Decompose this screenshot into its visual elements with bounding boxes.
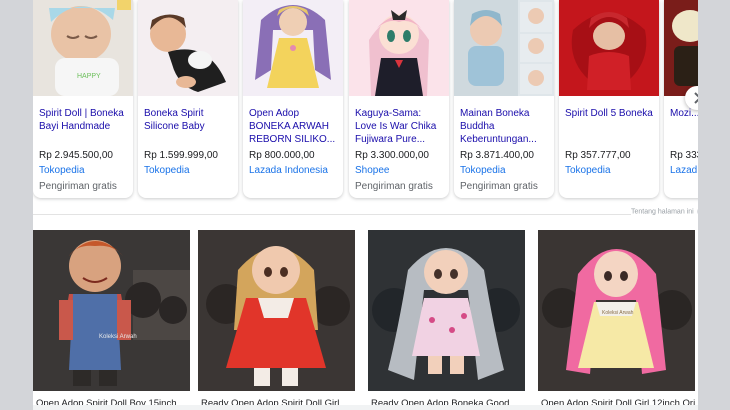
product-store[interactable]: Lazada Indonesia <box>249 165 328 176</box>
product-image-baby-doll-in-costume <box>138 0 238 96</box>
product-card[interactable]: Spirit Doll 5 Boneka Rp 357.777,00 Tokop… <box>559 0 659 198</box>
product-title[interactable]: Spirit Doll 5 Boneka <box>565 107 655 151</box>
product-title[interactable]: Kaguya-Sama: Love Is War Chika Fujiwara … <box>355 107 445 151</box>
product-price: Rp 357.777,00 <box>565 150 631 161</box>
horizontal-scrollbar[interactable] <box>33 405 698 410</box>
product-price: Rp 2.945.500,00 <box>39 150 113 161</box>
product-store[interactable]: Tokopedia <box>460 165 506 176</box>
section-divider <box>33 214 631 215</box>
product-price: Rp 800.000,00 <box>249 150 315 161</box>
product-shipping: Pengiriman gratis <box>460 181 538 192</box>
about-this-page-link[interactable]: Tentang halaman ini <box>631 208 698 215</box>
product-image-anime-figure-doll <box>349 0 449 96</box>
product-card[interactable]: Mainan Boneka Buddha Keberuntungan... Rp… <box>454 0 554 198</box>
image-pink-hair-doll: Koleksi Arwah <box>538 230 695 391</box>
product-title[interactable]: Spirit Doll | Boneka Bayi Handmade <box>39 107 129 151</box>
carousel-next-button[interactable] <box>685 86 698 110</box>
about-label: Tentang halaman ini <box>631 208 694 216</box>
product-price: Rp 333... <box>670 150 698 161</box>
svg-text:HAPPY: HAPPY <box>77 73 101 80</box>
product-title[interactable]: Boneka Spirit Silicone Baby <box>144 107 234 151</box>
image-gray-hair-doll <box>368 230 525 391</box>
product-image-porcelain-doll <box>664 0 698 96</box>
product-card[interactable]: Kaguya-Sama: Love Is War Chika Fujiwara … <box>349 0 449 198</box>
image-result[interactable]: Koleksi Arwah Open Adop Spirit Doll Boy … <box>33 230 190 410</box>
product-store[interactable]: Tokopedia <box>565 165 611 176</box>
image-result[interactable]: Koleksi Arwah Open Adop Spirit Doll Girl… <box>538 230 695 410</box>
product-price: Rp 3.300.000,00 <box>355 150 429 161</box>
product-price: Rp 1.599.999,00 <box>144 150 218 161</box>
product-shipping: Pengiriman gratis <box>39 181 117 192</box>
svg-text:Koleksi Arwah: Koleksi Arwah <box>99 334 137 340</box>
image-result[interactable]: Ready Open Adop Spirit Doll Girl <box>198 230 355 410</box>
shopping-carousel: HAPPY Spirit Doll | Boneka Bayi Handmade… <box>33 0 698 200</box>
product-title[interactable]: Mozi... <box>670 107 698 151</box>
svg-text:Koleksi Arwah: Koleksi Arwah <box>602 310 634 316</box>
info-icon <box>696 208 698 215</box>
product-shipping: Pengiriman gratis <box>355 181 433 192</box>
product-card[interactable]: Boneka Spirit Silicone Baby Rp 1.599.999… <box>138 0 238 198</box>
product-card[interactable]: Open Adop BONEKA ARWAH REBORN SILIKO... … <box>243 0 343 198</box>
product-image-baby-doll-collage <box>454 0 554 96</box>
image-blonde-doll-red-dress <box>198 230 355 391</box>
image-result[interactable]: Ready Open Adop Boneka Good <box>368 230 525 410</box>
product-store[interactable]: Lazad... <box>670 165 698 176</box>
product-store[interactable]: Tokopedia <box>39 165 85 176</box>
product-image-sleeping-baby-doll: HAPPY <box>33 0 133 96</box>
product-title[interactable]: Mainan Boneka Buddha Keberuntungan... <box>460 107 550 151</box>
image-chucky-doll: Koleksi Arwah <box>33 230 190 391</box>
product-card[interactable]: HAPPY Spirit Doll | Boneka Bayi Handmade… <box>33 0 133 198</box>
product-store[interactable]: Tokopedia <box>144 165 190 176</box>
product-title[interactable]: Open Adop BONEKA ARWAH REBORN SILIKO... <box>249 107 339 151</box>
chevron-right-icon <box>694 92 698 104</box>
product-image-blonde-doll-yellow-dress <box>243 0 343 96</box>
product-price: Rp 3.871.400,00 <box>460 150 534 161</box>
search-results-viewport: HAPPY Spirit Doll | Boneka Bayi Handmade… <box>33 0 698 410</box>
product-image-doll-red-fur <box>559 0 659 96</box>
product-store[interactable]: Shopee <box>355 165 389 176</box>
